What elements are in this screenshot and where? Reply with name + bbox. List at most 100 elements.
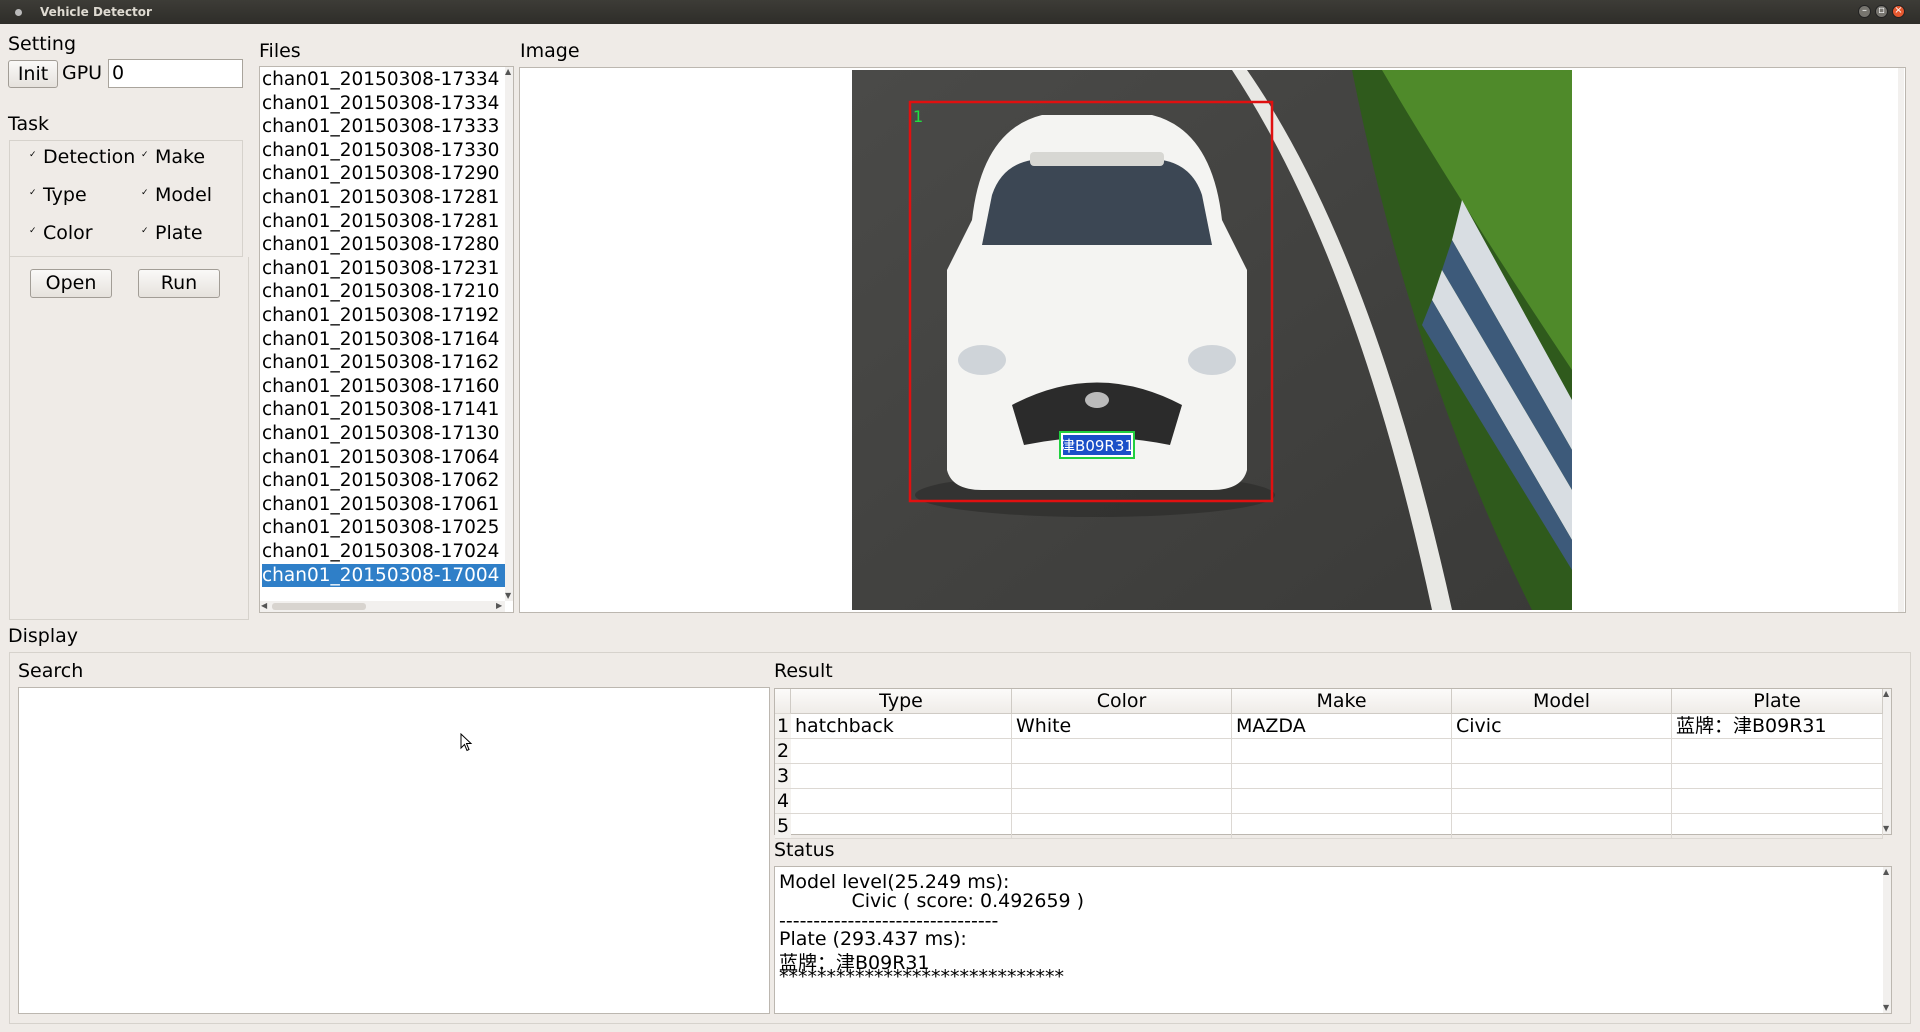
file-list-item[interactable]: chan01_20150308-17062: [262, 469, 506, 492]
file-list-item[interactable]: chan01_20150308-17141: [262, 398, 506, 421]
row-header[interactable]: 5: [775, 814, 791, 839]
row-header[interactable]: 2: [775, 739, 791, 764]
type-label: Type: [43, 184, 87, 206]
scroll-up-icon[interactable]: ▲: [505, 67, 511, 76]
table-cell[interactable]: [1012, 814, 1232, 839]
table-cell[interactable]: [791, 739, 1012, 764]
table-cell[interactable]: [1232, 739, 1452, 764]
file-list-item[interactable]: chan01_20150308-17061: [262, 493, 506, 516]
file-list-item[interactable]: chan01_20150308-17192: [262, 304, 506, 327]
model-label: Model: [155, 184, 213, 206]
type-checkbox[interactable]: ✓ Type: [29, 184, 87, 206]
table-cell[interactable]: hatchback: [791, 714, 1012, 739]
display-section-label: Display: [8, 625, 79, 647]
detection-index-label: 1: [913, 107, 923, 126]
file-list-item[interactable]: chan01_20150308-17281: [262, 210, 506, 233]
status-line: ******************************: [779, 966, 1064, 988]
table-cell[interactable]: MAZDA: [1232, 714, 1452, 739]
table-cell[interactable]: [1012, 739, 1232, 764]
column-header-make[interactable]: Make: [1232, 689, 1452, 714]
scroll-left-icon[interactable]: ◀: [261, 601, 267, 610]
file-list-item[interactable]: chan01_20150308-17281: [262, 186, 506, 209]
file-list-item[interactable]: chan01_20150308-17024: [262, 540, 506, 563]
status-section-label: Status: [774, 839, 835, 861]
image-section-label: Image: [520, 40, 580, 62]
file-list-item[interactable]: chan01_20150308-17231: [262, 257, 506, 280]
table-cell[interactable]: [1672, 739, 1883, 764]
file-list-hscrollbar[interactable]: ◀ ▶: [260, 601, 505, 612]
column-header-type[interactable]: Type: [791, 689, 1012, 714]
image-vscrollbar[interactable]: [1898, 68, 1904, 612]
result-vscrollbar[interactable]: ▲ ▼: [1883, 689, 1891, 834]
table-cell[interactable]: Civic: [1452, 714, 1672, 739]
table-cell[interactable]: [1232, 764, 1452, 789]
file-list-item[interactable]: chan01_20150308-17130: [262, 422, 506, 445]
task-section-label: Task: [8, 113, 50, 135]
init-button[interactable]: Init: [8, 60, 58, 88]
status-vscrollbar[interactable]: ▲ ▼: [1883, 867, 1891, 1013]
scroll-down-icon[interactable]: ▼: [1883, 1003, 1889, 1012]
gpu-input[interactable]: 0: [108, 59, 243, 88]
row-header[interactable]: 3: [775, 764, 791, 789]
file-list-item[interactable]: chan01_20150308-17162: [262, 351, 506, 374]
table-cell[interactable]: [1012, 764, 1232, 789]
scroll-up-icon[interactable]: ▲: [1883, 867, 1889, 876]
table-cell[interactable]: [791, 789, 1012, 814]
table-cell[interactable]: [1452, 814, 1672, 839]
corner-header: [775, 689, 791, 714]
scroll-right-icon[interactable]: ▶: [496, 601, 502, 610]
result-table[interactable]: Type Color Make Model Plate 1 hatchback Wh…: [774, 688, 1892, 839]
row-header[interactable]: 4: [775, 789, 791, 814]
status-line: Civic ( score: 0.492659 ): [779, 890, 1085, 912]
hscroll-thumb[interactable]: [272, 603, 366, 610]
result-section-label: Result: [774, 660, 833, 682]
table-cell[interactable]: 蓝牌：津B09R31: [1672, 714, 1883, 739]
file-list-vscrollbar[interactable]: ▲ ▼: [505, 67, 513, 601]
column-header-model[interactable]: Model: [1452, 689, 1672, 714]
file-list-item[interactable]: chan01_20150308-17025: [262, 516, 506, 539]
file-list-item[interactable]: chan01_20150308-17064: [262, 446, 506, 469]
close-button[interactable]: ×: [1892, 5, 1905, 18]
file-list-item[interactable]: chan01_20150308-17004: [262, 563, 506, 587]
maximize-button[interactable]: ▫: [1875, 5, 1888, 18]
detection-checkbox[interactable]: ✓ Detection: [29, 146, 135, 168]
file-list-item[interactable]: chan01_20150308-17334: [262, 68, 506, 91]
file-list[interactable]: chan01_20150308-17334 chan01_20150308-173…: [259, 66, 514, 613]
scroll-up-icon[interactable]: ▲: [1883, 689, 1889, 698]
model-checkbox[interactable]: ✓ Model: [141, 184, 212, 206]
table-cell[interactable]: [1232, 789, 1452, 814]
checkmark-icon: ✓: [141, 188, 149, 198]
table-cell[interactable]: [1232, 814, 1452, 839]
table-cell[interactable]: [1672, 814, 1883, 839]
table-cell[interactable]: [1012, 789, 1232, 814]
column-header-plate[interactable]: Plate: [1672, 689, 1883, 714]
column-header-color[interactable]: Color: [1012, 689, 1232, 714]
scroll-down-icon[interactable]: ▼: [505, 591, 511, 600]
plate-checkbox[interactable]: ✓ Plate: [141, 222, 203, 244]
make-checkbox[interactable]: ✓ Make: [141, 146, 205, 168]
table-cell[interactable]: [1452, 739, 1672, 764]
file-list-item[interactable]: chan01_20150308-17210: [262, 280, 506, 303]
file-list-item[interactable]: chan01_20150308-17164: [262, 328, 506, 351]
search-panel[interactable]: [18, 687, 770, 1014]
scroll-down-icon[interactable]: ▼: [1883, 824, 1889, 833]
table-cell[interactable]: [1452, 789, 1672, 814]
plate-text: 津B09R31: [1060, 437, 1134, 455]
table-cell[interactable]: [791, 764, 1012, 789]
image-panel: 津B09R31 1: [519, 67, 1906, 613]
row-header[interactable]: 1: [775, 714, 791, 739]
table-cell[interactable]: [1672, 789, 1883, 814]
file-list-item[interactable]: chan01_20150308-17160: [262, 375, 506, 398]
table-cell[interactable]: [1452, 764, 1672, 789]
minimize-button[interactable]: –: [1858, 5, 1871, 18]
color-checkbox[interactable]: ✓ Color: [29, 222, 93, 244]
table-cell[interactable]: [791, 814, 1012, 839]
table-cell[interactable]: White: [1012, 714, 1232, 739]
file-list-item[interactable]: chan01_20150308-17330: [262, 139, 506, 162]
file-list-item[interactable]: chan01_20150308-17333: [262, 115, 506, 138]
file-list-item[interactable]: chan01_20150308-17334: [262, 92, 506, 115]
file-list-item[interactable]: chan01_20150308-17280: [262, 233, 506, 256]
table-cell[interactable]: [1672, 764, 1883, 789]
file-list-item[interactable]: chan01_20150308-17290: [262, 162, 506, 185]
status-text-area[interactable]: Model level(25.249 ms): Civic ( score: 0…: [774, 866, 1892, 1014]
